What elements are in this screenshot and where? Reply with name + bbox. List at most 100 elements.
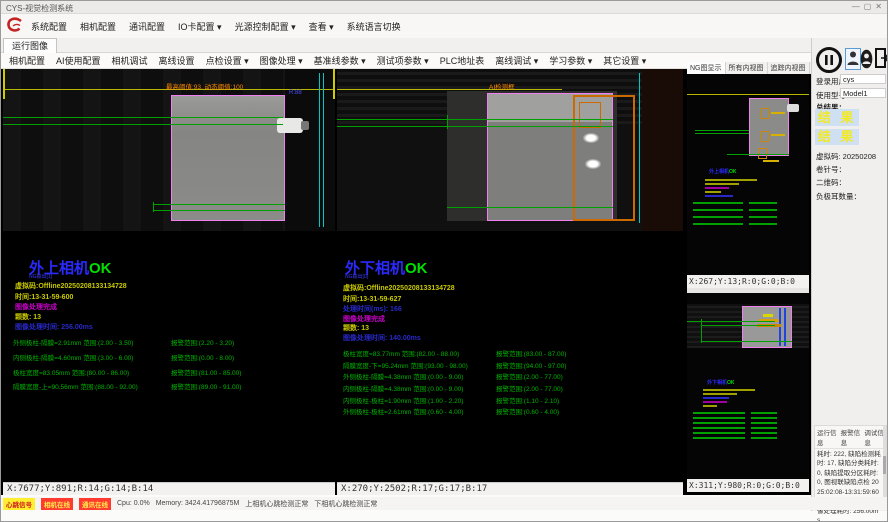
right-measure-2: 外侧极柱-隔膜=4.38mm 范围:(0.00 - 9.00) [343,371,463,381]
mini-text-line [703,401,727,403]
right-alarm-1: 报警范围:(94.00 - 97.00) [496,360,566,370]
mini-title-upper: 外上相机OK [709,168,737,175]
result-box-lower: 结 果 [815,129,859,145]
comm-online-badge: 通讯在线 [79,498,111,510]
tool-other-settings[interactable]: 其它设置 ▾ [603,54,646,67]
tool-image-processing[interactable]: 图像处理 ▾ [260,54,303,67]
defect-box [761,108,769,119]
result-box-upper: 结 果 [815,109,859,126]
left-alarm-1: 报警范围:(0.00 - 8.00) [171,352,234,362]
mini-measure-line [751,427,777,429]
overlay-green-line [153,210,285,211]
tool-offline-setting[interactable]: 离线设置 [159,54,195,67]
overlay-cyan-line [323,73,324,227]
cpu-usage: Cpu: 0.0% [117,500,150,507]
mini-result-ok: OK [727,380,735,386]
admin-user-button[interactable] [860,49,873,69]
logtab-debug-info[interactable]: 调试信息 [864,427,884,447]
mini-measure-line [751,417,777,419]
tool-test-params[interactable]: 测试项参数 ▾ [377,54,429,67]
close-button[interactable]: ✕ [875,2,886,11]
white-clip-part [787,104,799,112]
minimize-button[interactable]: — [852,2,864,11]
logtab-alarm-info[interactable]: 报警信息 [841,427,861,447]
right-alarm-0: 报警范围:(83.00 - 87.00) [496,348,566,358]
left-camera-image[interactable]: 最高阈值:93, 动态阈值:100 R:88 [3,69,335,231]
left-barcode-line: 虚拟码:Offline20250208133134728 [15,281,127,291]
tab-run-image[interactable]: 运行图像 [3,38,57,53]
mini-text-line [703,397,729,399]
right-alarm-4: 报警范围:(1.10 - 2.10) [496,395,559,405]
overlay-yellow-line [337,89,562,90]
mini-yellow-mark [763,314,773,317]
person-icon [847,50,859,66]
menu-language-switch[interactable]: 系统语言切换 [347,20,401,33]
tool-offline-debug[interactable]: 离线调试 ▾ [495,54,538,67]
overlay-green-line [727,154,789,155]
right-coordinate-bar: X:270;Y:2502;R:17;G:17;B:17 [337,482,683,495]
overlay-cyan-line [639,73,640,223]
tool-baseline-params[interactable]: 基准线参数 ▾ [314,54,366,67]
overlay-green-line [3,124,283,125]
right-proc1-line: 处理时间(ms): 166 [343,304,402,314]
menu-io-config[interactable]: IO卡配置 ▾ [178,20,222,33]
mini-yellow-mark [771,112,785,114]
logout-button[interactable] [874,48,888,70]
right-result-ok: OK [405,260,428,277]
tool-learning-params[interactable]: 学习参数 ▾ [549,54,592,67]
thumbtab-all-views[interactable]: 所有内视图 [726,62,768,74]
defect-box [761,131,769,142]
right-camera-image[interactable]: AI检测框 [337,69,683,231]
tool-plc-address[interactable]: PLC地址表 [440,54,485,67]
mini-text-line [705,179,757,181]
camera-online-badge: 相机在线 [41,498,73,510]
menu-system-config[interactable]: 系统配置 [31,20,67,33]
right-ng-tag: NG输出[0] [345,273,368,280]
heartbeat-badge: 心跳信号 [3,498,35,510]
overlay-green-line [337,119,613,120]
edge-yellow-tick [3,69,5,99]
logtab-run-info[interactable]: 运行信息 [817,427,837,447]
left-done-line: 图像处理完成 [15,302,57,312]
tool-ai-config[interactable]: AI使用配置 [56,54,101,67]
thumbtab-track-views[interactable]: 追踪内视图 [768,62,810,74]
mini-measure-line [749,223,777,225]
pause-button[interactable] [815,46,843,74]
thumbnail-lower-camera[interactable]: 外下相机OK [687,293,809,479]
right-measure-1: 隔膜宽度-下=95.24mm 范围:(93.00 - 98.00) [343,360,468,370]
overlay-green-line [701,341,792,342]
edge-yellow-tick [333,69,335,99]
left-alarm-0: 报警范围:(2.20 - 3.20) [171,337,234,347]
right-time-line: 时间:13-31-59-627 [343,294,401,304]
maximize-button[interactable]: ▢ [864,2,876,11]
overlay-green-line [695,133,749,134]
model-field[interactable] [840,88,886,98]
menu-light-config[interactable]: 光源控制配置 ▾ [235,20,296,33]
log-area[interactable]: 运行信息 报警信息 调试信息 耗时: 222, 缺陷检测耗时: 17, 缺陷分类… [814,425,887,507]
thumbtab-ng-view[interactable]: NG图显示 [687,62,726,74]
bright-blob [583,133,599,143]
vcode-label: 虚拟码: 20250208 [816,151,876,162]
operator-login-button[interactable] [845,48,861,70]
mini-title-lower: 外下相机OK [707,379,735,386]
mini-measure-line [693,223,743,225]
right-barcode-line: 虚拟码:Offline20250208133134728 [343,283,455,293]
r-value-label: R:88 [289,90,302,96]
login-user-field[interactable] [840,74,886,84]
thumbnail-upper-camera[interactable]: 外上相机OK [687,74,809,275]
log-scrollbar[interactable] [883,426,886,506]
mini-measure-line [693,412,745,414]
clip-shadow [301,121,309,130]
tool-spotcheck-setting[interactable]: 点检设置 ▾ [206,54,249,67]
log-scrollbar-thumb[interactable] [883,456,886,474]
menu-camera-config[interactable]: 相机配置 [80,20,116,33]
tool-camera-debug[interactable]: 相机调试 [112,54,148,67]
menu-comm-config[interactable]: 通讯配置 [129,20,165,33]
menu-view[interactable]: 查看 ▾ [309,20,334,33]
left-proc-time-line: 图像处理时间: 256.00ms [15,322,93,332]
mini-measure-line [693,216,743,218]
white-clip-part [277,118,303,133]
tool-camera-config[interactable]: 相机配置 [9,54,45,67]
person-dark-icon [860,49,873,69]
overlay-cyan-line [319,73,320,227]
